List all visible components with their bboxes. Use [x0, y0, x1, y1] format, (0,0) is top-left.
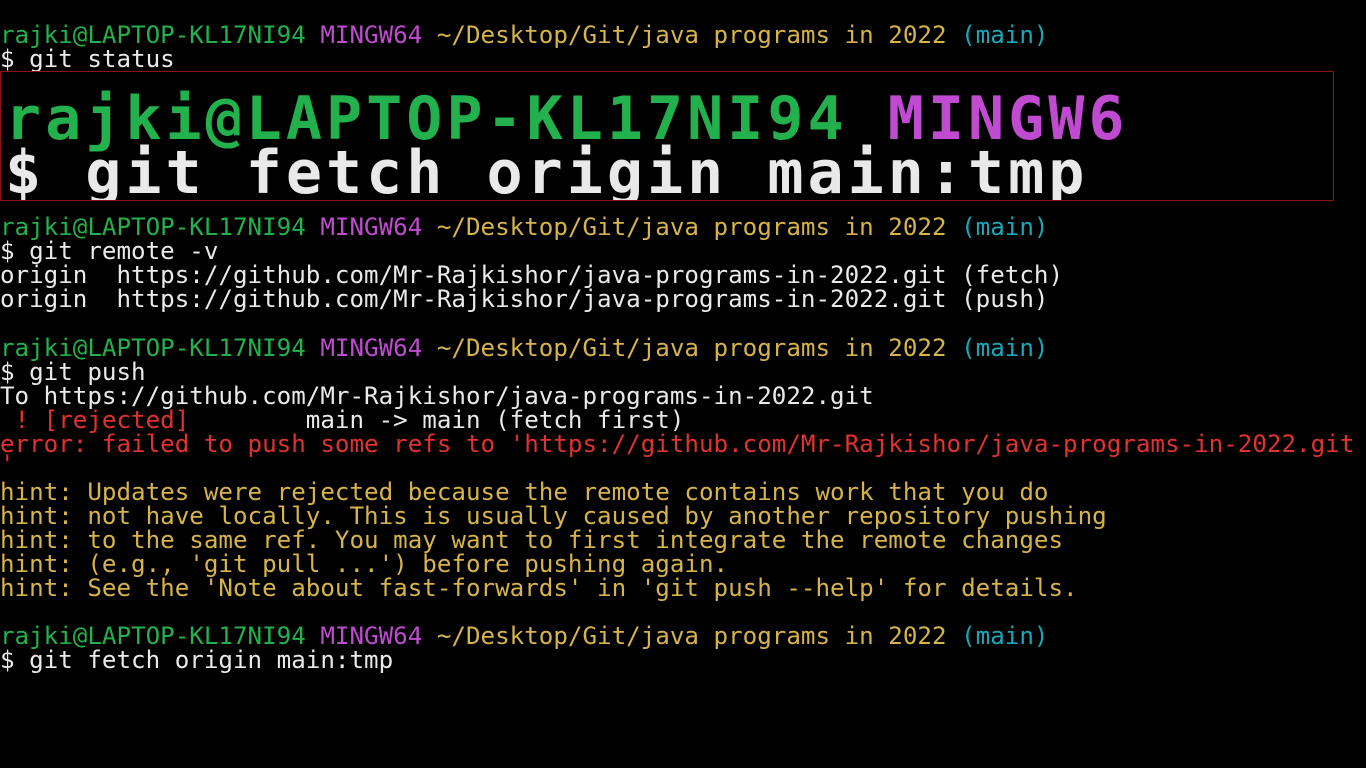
command-line: $ git push [0, 358, 146, 386]
zoom-command: $ git fetch origin main:tmp [5, 138, 1089, 201]
prompt-line: rajki@LAPTOP-KL17NI94 MINGW64 ~/Desktop/… [0, 23, 1049, 47]
prompt-branch: (main) [961, 21, 1049, 49]
output-line: origin https://github.com/Mr-Rajkishor/j… [0, 261, 1064, 289]
command-line: $ git status [0, 45, 175, 73]
hint-line: hint: See the 'Note about fast-forwards'… [0, 574, 1078, 602]
terminal-window[interactable]: rajki@LAPTOP-KL17NI94 MINGW64 ~/Desktop/… [0, 0, 1366, 768]
prompt-branch: (main) [961, 334, 1049, 362]
prompt-line: rajki@LAPTOP-KL17NI94 MINGW64 ~/Desktop/… [0, 624, 1049, 648]
hint-line: hint: to the same ref. You may want to f… [0, 526, 1064, 554]
prompt-path: ~/Desktop/Git/java programs in 2022 [436, 622, 947, 650]
error-line-cont: ' [0, 450, 15, 478]
error-line: error: failed to push some refs to 'http… [0, 430, 1355, 458]
prompt-path: ~/Desktop/Git/java programs in 2022 [436, 334, 947, 362]
prompt-branch: (main) [961, 213, 1049, 241]
prompt-line: rajki@LAPTOP-KL17NI94 MINGW64 ~/Desktop/… [0, 336, 1049, 360]
prompt-line: rajki@LAPTOP-KL17NI94 MINGW64 ~/Desktop/… [0, 215, 1049, 239]
prompt-branch: (main) [961, 622, 1049, 650]
hint-line: hint: not have locally. This is usually … [0, 502, 1107, 530]
prompt-path: ~/Desktop/Git/java programs in 2022 [436, 213, 947, 241]
command-input-line[interactable]: $ git fetch origin main:tmp [0, 648, 393, 672]
hint-line: hint: Updates were rejected because the … [0, 478, 1049, 506]
hint-line: hint: (e.g., 'git pull ...') before push… [0, 550, 729, 578]
zoom-overlay: rajki@LAPTOP-KL17NI94 MINGW6 $ git fetch… [0, 71, 1334, 201]
prompt-path: ~/Desktop/Git/java programs in 2022 [436, 21, 947, 49]
rejected-line: ! [rejected] main -> main (fetch first) [0, 408, 685, 432]
output-line: To https://github.com/Mr-Rajkishor/java-… [0, 382, 874, 410]
command-line: $ git remote -v [0, 237, 219, 265]
prompt-shell: MINGW64 [320, 21, 423, 49]
prompt-shell: MINGW64 [320, 334, 423, 362]
output-line: origin https://github.com/Mr-Rajkishor/j… [0, 285, 1049, 313]
prompt-shell: MINGW64 [320, 213, 423, 241]
